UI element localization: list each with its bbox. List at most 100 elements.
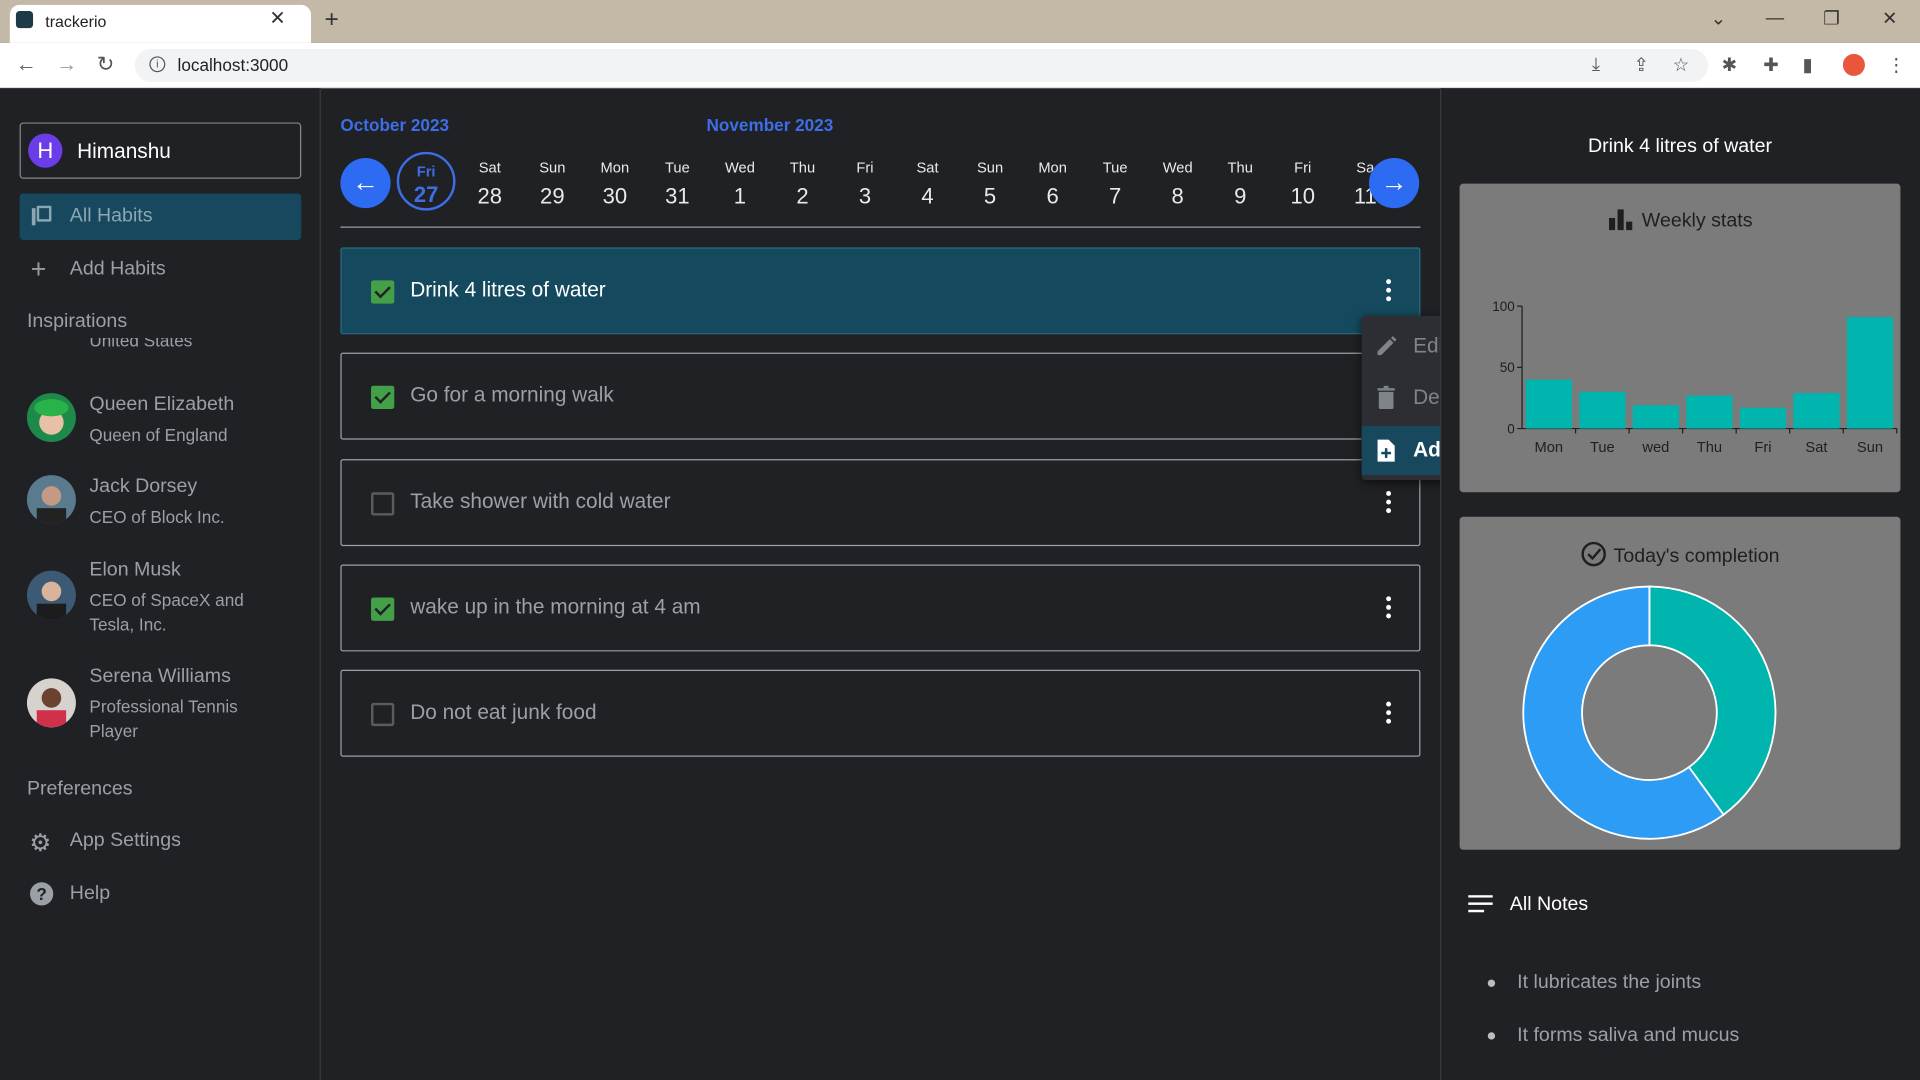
site-info-icon[interactable]: i [149, 56, 166, 73]
reload-icon[interactable]: ↻ [97, 53, 114, 77]
more-options-icon[interactable] [1385, 596, 1392, 620]
day-cell[interactable]: Sun 5 [966, 159, 1015, 209]
day-cell[interactable]: Sat 4 [903, 159, 952, 209]
day-cell[interactable]: Tue 7 [1091, 159, 1140, 209]
more-options-icon[interactable] [1385, 279, 1392, 303]
bar [1739, 407, 1787, 429]
y-tick-label: 50 [1500, 360, 1515, 375]
habit-checkbox[interactable] [371, 386, 395, 410]
day-cell[interactable]: Thu 9 [1216, 159, 1265, 209]
nav-help[interactable]: Help [70, 883, 110, 905]
habit-row[interactable]: Go for a morning walk [340, 353, 1421, 440]
day-date: 8 [1171, 183, 1184, 209]
day-cell[interactable]: Wed 1 [715, 159, 764, 209]
habit-label: Drink 4 litres of water [410, 277, 606, 302]
habit-checkbox[interactable] [371, 597, 395, 621]
day-of-week: Fri [856, 159, 874, 177]
trash-icon [1377, 385, 1395, 409]
nav-app-settings[interactable]: App Settings [70, 830, 181, 852]
habit-checkbox[interactable] [371, 280, 395, 304]
nav-add-habits[interactable]: Add Habits [70, 258, 166, 280]
notes-list-icon [1468, 895, 1493, 913]
inspiration-desc: Professional Tennis Player [89, 696, 238, 741]
completion-card: Today's completion [1459, 516, 1901, 850]
extension-bug-icon[interactable]: ✱ [1722, 54, 1737, 76]
inspiration-name[interactable]: Queen Elizabeth [89, 394, 234, 416]
day-date: 31 [665, 183, 690, 209]
day-date: 6 [1046, 183, 1059, 209]
day-of-week: Fri [416, 162, 436, 181]
day-date: 9 [1234, 183, 1247, 209]
habit-row[interactable]: Drink 4 litres of water [340, 247, 1421, 335]
day-of-week: Thu [1227, 159, 1253, 177]
month-label-october: October 2023 [340, 115, 450, 135]
day-cell[interactable]: Fri 3 [841, 159, 890, 209]
bar [1793, 393, 1840, 429]
day-cell[interactable]: Wed 8 [1153, 159, 1202, 209]
side-panel-icon[interactable]: ▮ [1802, 54, 1812, 76]
plus-icon[interactable]: + [31, 253, 47, 285]
avatar [26, 678, 76, 728]
tab-close-icon[interactable]: ✕ [269, 6, 285, 30]
day-cell[interactable]: Sun 29 [528, 159, 577, 209]
inspiration-name[interactable]: Elon Musk [89, 560, 180, 582]
x-tick-label: Sat [1805, 440, 1827, 456]
tab-title: trackerio [45, 12, 107, 31]
x-tick-label: Mon [1535, 440, 1564, 456]
bullet [1487, 979, 1496, 987]
day-cell[interactable]: Fri 10 [1278, 159, 1327, 209]
day-selected[interactable]: Fri 27 [396, 151, 456, 211]
day-cell[interactable]: Mon 30 [590, 159, 639, 209]
habit-row[interactable]: Do not eat junk food [340, 670, 1421, 757]
day-date: 29 [540, 183, 565, 209]
x-tick-label: wed [1641, 440, 1669, 456]
back-icon[interactable]: ← [16, 53, 37, 77]
forward-icon[interactable]: → [56, 53, 77, 77]
install-icon[interactable]: ⤓ [1592, 54, 1600, 75]
day-cell[interactable]: Thu 2 [778, 159, 827, 209]
inspiration-name[interactable]: Serena Williams [89, 666, 231, 688]
day-cell[interactable]: Mon 6 [1028, 159, 1077, 209]
extensions-puzzle-icon[interactable]: ✚ [1763, 54, 1778, 76]
habit-row[interactable]: wake up in the morning at 4 am [340, 564, 1421, 652]
profile-avatar[interactable] [1842, 53, 1865, 76]
more-options-icon[interactable] [1385, 490, 1392, 515]
minimize-button[interactable]: — [1766, 7, 1784, 28]
bar [1632, 405, 1679, 429]
x-tick-label: Sun [1857, 440, 1883, 456]
y-tick-label: 100 [1492, 299, 1514, 314]
day-of-week: Wed [724, 159, 755, 177]
habit-checkbox[interactable] [371, 703, 395, 727]
nav-all-habits[interactable] [19, 193, 302, 241]
day-date: 30 [602, 183, 628, 209]
note-item[interactable]: It lubricates the joints [1517, 972, 1701, 994]
bookmark-star-icon[interactable]: ☆ [1673, 54, 1689, 76]
tab-search-icon[interactable]: ⌄ [1711, 7, 1726, 30]
more-options-icon[interactable] [1385, 701, 1392, 726]
inspirations-heading: Inspirations [26, 311, 128, 332]
address-bar[interactable] [134, 48, 1709, 83]
bar [1579, 391, 1626, 429]
day-date: 4 [921, 183, 934, 209]
window-close-button[interactable]: ✕ [1882, 7, 1897, 30]
browser-menu-icon[interactable]: ⋮ [1887, 54, 1905, 76]
day-of-week: Mon [1038, 159, 1067, 177]
next-week-button[interactable]: → [1368, 157, 1420, 209]
day-cell[interactable]: Tue 31 [653, 159, 702, 209]
habit-label: Go for a morning walk [410, 383, 614, 407]
note-item[interactable]: It forms saliva and mucus [1517, 1025, 1739, 1047]
share-icon[interactable]: ⇪ [1633, 54, 1648, 76]
help-icon[interactable]: ? [29, 882, 54, 906]
inspiration-name[interactable]: Jack Dorsey [89, 476, 197, 498]
y-tick-label: 0 [1507, 421, 1514, 436]
day-of-week: Sun [539, 159, 566, 177]
habit-row[interactable]: Take shower with cold water [340, 458, 1421, 546]
bar [1686, 395, 1733, 429]
restore-button[interactable]: ❐ [1823, 7, 1839, 30]
gear-icon[interactable]: ⚙ [29, 828, 51, 859]
day-cell[interactable]: Sat 28 [465, 159, 514, 209]
habit-checkbox[interactable] [371, 491, 395, 516]
day-of-week: Mon [600, 159, 630, 177]
prev-week-button[interactable]: ← [340, 157, 391, 209]
new-tab-button[interactable]: + [324, 6, 338, 34]
